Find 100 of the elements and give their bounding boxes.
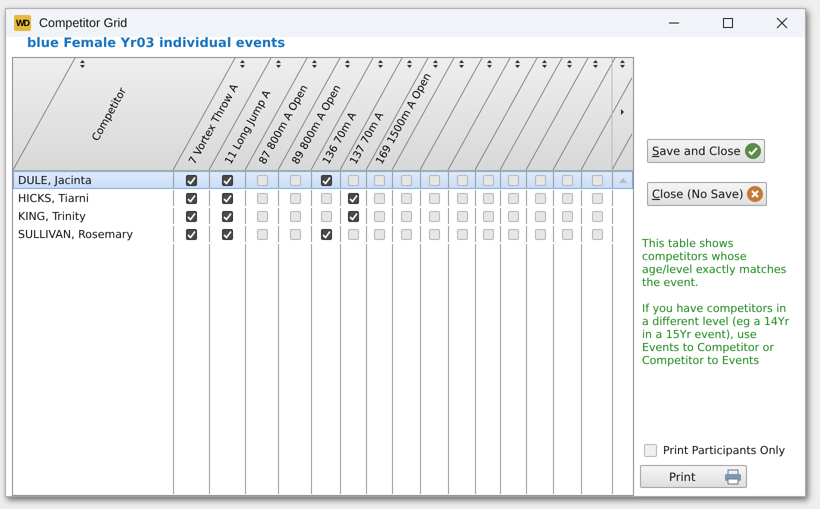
scroll-right-icon[interactable] <box>621 109 624 115</box>
checkbox[interactable] <box>186 192 197 204</box>
checkbox[interactable] <box>482 210 494 222</box>
checkbox[interactable] <box>534 228 546 240</box>
table-row[interactable]: SULLIVAN, Rosemary <box>13 225 633 243</box>
checkbox[interactable] <box>186 228 197 240</box>
checkbox[interactable] <box>222 228 233 240</box>
checkbox[interactable] <box>348 210 359 222</box>
checkbox[interactable] <box>562 210 573 222</box>
sort-icon[interactable] <box>240 60 245 68</box>
sort-icon[interactable] <box>345 60 350 68</box>
sort-icon[interactable] <box>487 60 492 68</box>
checkbox[interactable] <box>644 444 657 457</box>
window-title: Competitor Grid <box>39 16 128 30</box>
sort-icon[interactable] <box>620 60 625 68</box>
checkbox[interactable] <box>429 174 440 186</box>
checkbox[interactable] <box>562 192 573 204</box>
checkbox[interactable] <box>186 210 197 222</box>
checkbox[interactable] <box>592 210 602 222</box>
close-without-saving-button[interactable]: Close (No Save) <box>647 182 768 206</box>
checkbox[interactable] <box>401 210 412 222</box>
sort-icon[interactable] <box>433 60 438 68</box>
checkbox[interactable] <box>186 174 197 186</box>
checkbox[interactable] <box>508 174 519 186</box>
table-row[interactable]: KING, Trinity <box>13 207 633 225</box>
checkbox[interactable] <box>482 174 494 186</box>
printer-icon <box>724 468 742 484</box>
table-row[interactable]: DULE, Jacinta <box>13 171 633 189</box>
checkbox[interactable] <box>456 174 468 186</box>
checkbox[interactable] <box>482 228 494 240</box>
checkbox[interactable] <box>290 174 300 186</box>
checkbox[interactable] <box>256 174 268 186</box>
checkbox[interactable] <box>374 174 385 186</box>
check-circle-icon <box>744 143 761 159</box>
checkbox[interactable] <box>401 192 412 204</box>
checkbox[interactable] <box>456 228 468 240</box>
checkbox[interactable] <box>534 210 546 222</box>
checkbox[interactable] <box>534 192 546 204</box>
checkbox[interactable] <box>592 192 602 204</box>
help-text: This table shows competitors whose age/level exactly matches the event. <box>642 237 788 289</box>
checkbox[interactable] <box>429 192 440 204</box>
checkbox[interactable] <box>592 174 602 186</box>
checkbox[interactable] <box>456 192 468 204</box>
checkbox[interactable] <box>256 210 268 222</box>
checkbox[interactable] <box>508 192 519 204</box>
competitor-name: KING, Trinity <box>14 208 174 224</box>
checkbox[interactable] <box>482 192 494 204</box>
checkbox[interactable] <box>222 192 233 204</box>
table-row[interactable]: HICKS, Tiarni <box>13 189 633 207</box>
checkbox[interactable] <box>534 174 546 186</box>
checkbox[interactable] <box>222 210 233 222</box>
sort-icon[interactable] <box>593 60 598 68</box>
checkbox[interactable] <box>320 228 332 240</box>
app-icon: WD <box>14 15 31 31</box>
checkbox[interactable] <box>348 174 359 186</box>
sort-icon[interactable] <box>407 60 412 68</box>
checkbox[interactable] <box>374 228 385 240</box>
checkbox[interactable] <box>374 192 385 204</box>
maximize-icon[interactable] <box>722 17 734 29</box>
sort-icon[interactable] <box>542 60 547 68</box>
checkbox[interactable] <box>374 210 385 222</box>
checkbox-label: Print Participants Only <box>663 444 786 457</box>
close-icon[interactable] <box>776 17 788 29</box>
sort-icon[interactable] <box>459 60 464 68</box>
save-and-close-button[interactable]: Save and Close <box>647 139 765 163</box>
print-button[interactable]: Print <box>640 465 747 488</box>
checkbox[interactable] <box>222 174 233 186</box>
checkbox[interactable] <box>592 228 602 240</box>
checkbox[interactable] <box>290 192 300 204</box>
checkbox[interactable] <box>256 192 268 204</box>
checkbox[interactable] <box>508 210 519 222</box>
checkbox[interactable] <box>290 210 300 222</box>
scroll-up-icon[interactable] <box>619 178 627 182</box>
checkbox[interactable] <box>320 210 332 222</box>
checkbox[interactable] <box>508 228 519 240</box>
checkbox[interactable] <box>562 228 573 240</box>
close-circle-icon <box>747 186 764 202</box>
checkbox[interactable] <box>256 228 268 240</box>
checkbox[interactable] <box>429 210 440 222</box>
grid-heading: blue Female Yr03 individual events <box>26 36 286 53</box>
checkbox[interactable] <box>562 174 573 186</box>
checkbox[interactable] <box>348 228 359 240</box>
checkbox[interactable] <box>290 228 300 240</box>
sort-icon[interactable] <box>312 60 317 68</box>
competitor-name: DULE, Jacinta <box>14 172 174 188</box>
checkbox[interactable] <box>401 174 412 186</box>
competitor-name: HICKS, Tiarni <box>14 190 174 206</box>
checkbox[interactable] <box>401 228 412 240</box>
checkbox[interactable] <box>320 174 332 186</box>
checkbox[interactable] <box>456 210 468 222</box>
sort-icon[interactable] <box>276 60 281 68</box>
help-text: If you have competitors in a different level (eg a 14Yr in a 15Yr event), use Events to Competitor or Competitor to Events <box>642 302 790 367</box>
checkbox[interactable] <box>348 192 359 204</box>
sort-icon[interactable] <box>567 60 572 68</box>
checkbox[interactable] <box>429 228 440 240</box>
competitor-name: SULLIVAN, Rosemary <box>14 226 174 242</box>
sort-icon[interactable] <box>80 60 85 68</box>
checkbox[interactable] <box>320 192 332 204</box>
sort-icon[interactable] <box>515 60 520 68</box>
sort-icon[interactable] <box>378 60 383 68</box>
